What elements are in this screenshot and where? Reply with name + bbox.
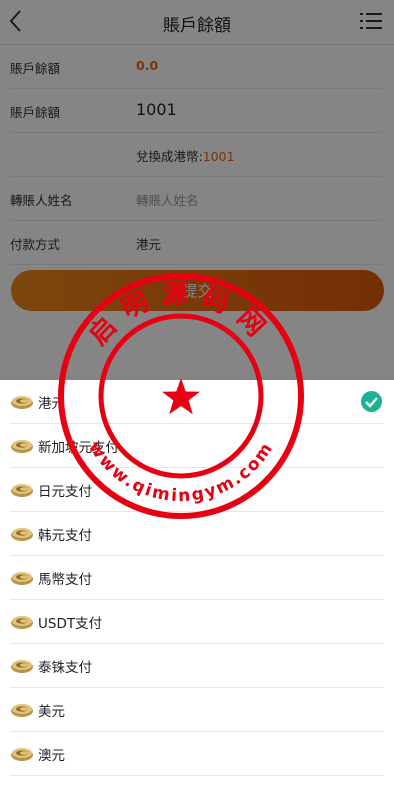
payment-option-list: 港元新加坡元支付 日元支付韩元支付馬幣支付 USDT支付 泰铢支付美元澳元 [0, 380, 394, 776]
coin-stack-icon [11, 616, 33, 629]
payment-option[interactable]: USDT支付 [10, 600, 384, 644]
coin-stack-icon [11, 704, 33, 717]
payment-option[interactable]: 新加坡元支付 [10, 424, 384, 468]
coin-stack-icon [11, 748, 33, 761]
payment-option[interactable]: 泰铢支付 [10, 644, 384, 688]
coin-stack-icon [11, 572, 33, 585]
payment-option-label: USDT支付 [38, 616, 103, 632]
coin-stack-icon [11, 484, 33, 497]
payment-option-label: 日元支付 [38, 484, 92, 500]
payment-method-sheet: 港元新加坡元支付 日元支付韩元支付馬幣支付 USDT支付 泰铢支付美元澳元 [0, 380, 394, 800]
payment-option-label: 韩元支付 [38, 528, 92, 544]
coin-stack-icon [11, 396, 33, 409]
payment-option[interactable]: 美元 [10, 688, 384, 732]
payment-option-label: 澳元 [38, 748, 65, 764]
payment-option[interactable]: 港元 [10, 380, 384, 424]
payment-option[interactable]: 韩元支付 [10, 512, 384, 556]
payment-option-label: 泰铢支付 [38, 660, 92, 676]
payment-option-label: 馬幣支付 [38, 572, 92, 588]
payment-option[interactable]: 日元支付 [10, 468, 384, 512]
payment-option-label: 港元 [38, 396, 65, 412]
modal-overlay[interactable] [0, 0, 394, 380]
check-circle-icon [361, 391, 382, 412]
payment-option[interactable]: 澳元 [10, 732, 384, 776]
coin-stack-icon [11, 528, 33, 541]
payment-option-label: 新加坡元支付 [38, 440, 119, 456]
payment-option-label: 美元 [38, 704, 65, 720]
payment-option[interactable]: 馬幣支付 [10, 556, 384, 600]
coin-stack-icon [11, 440, 33, 453]
coin-stack-icon [11, 660, 33, 673]
